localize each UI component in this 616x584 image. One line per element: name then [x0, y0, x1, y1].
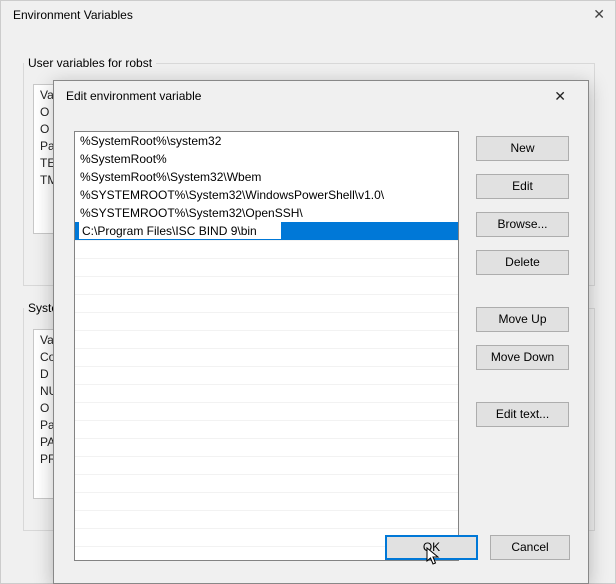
empty-row[interactable] [75, 384, 458, 402]
new-button[interactable]: New [476, 136, 569, 161]
empty-row[interactable] [75, 438, 458, 456]
empty-row[interactable] [75, 258, 458, 276]
close-icon[interactable]: ✕ [593, 6, 605, 23]
dialog-title: Edit environment variable [66, 89, 201, 103]
edit-env-var-dialog: Edit environment variable ✕ %SystemRoot%… [53, 80, 589, 584]
empty-row[interactable] [75, 330, 458, 348]
close-icon[interactable]: ✕ [544, 84, 576, 109]
empty-row[interactable] [75, 420, 458, 438]
edit-text-button[interactable]: Edit text... [476, 402, 569, 427]
empty-row[interactable] [75, 348, 458, 366]
empty-row[interactable] [75, 366, 458, 384]
ok-button[interactable]: OK [385, 535, 478, 560]
empty-row[interactable] [75, 294, 458, 312]
move-down-button[interactable]: Move Down [476, 345, 569, 370]
path-entry[interactable]: %SystemRoot% [75, 150, 458, 168]
bg-window-title: Environment Variables [1, 1, 615, 31]
path-entry-selected[interactable]: C:\Program Files\ISC BIND 9\bin [75, 222, 458, 240]
empty-row[interactable] [75, 276, 458, 294]
empty-row[interactable] [75, 456, 458, 474]
path-entry[interactable]: %SystemRoot%\system32 [75, 132, 458, 150]
user-vars-legend: User variables for robst [24, 56, 156, 70]
cancel-button[interactable]: Cancel [490, 535, 570, 560]
delete-button[interactable]: Delete [476, 250, 569, 275]
edit-button[interactable]: Edit [476, 174, 569, 199]
path-entry[interactable]: %SYSTEMROOT%\System32\WindowsPowerShell\… [75, 186, 458, 204]
empty-row[interactable] [75, 474, 458, 492]
path-entry-edit-input[interactable] [79, 222, 281, 239]
empty-row[interactable] [75, 492, 458, 510]
empty-row[interactable] [75, 402, 458, 420]
empty-row[interactable] [75, 240, 458, 258]
path-entry[interactable]: %SYSTEMROOT%\System32\OpenSSH\ [75, 204, 458, 222]
empty-row[interactable] [75, 312, 458, 330]
path-entries-list[interactable]: %SystemRoot%\system32 %SystemRoot% %Syst… [74, 131, 459, 561]
browse-button[interactable]: Browse... [476, 212, 569, 237]
dialog-titlebar: Edit environment variable ✕ [54, 81, 588, 111]
move-up-button[interactable]: Move Up [476, 307, 569, 332]
path-entry[interactable]: %SystemRoot%\System32\Wbem [75, 168, 458, 186]
empty-row[interactable] [75, 510, 458, 528]
